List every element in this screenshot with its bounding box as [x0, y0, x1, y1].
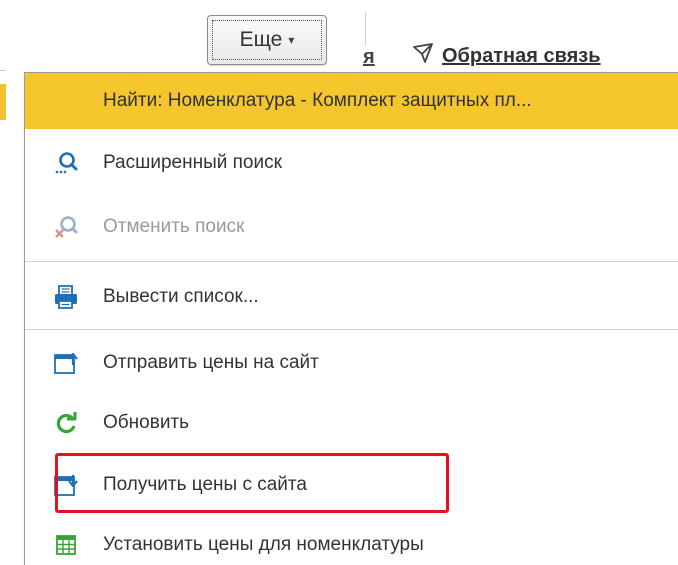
background-selection-accent: [0, 84, 6, 120]
menu-item-label: Найти: Номенклатура - Комплект защитных …: [103, 90, 532, 111]
menu-item-advanced-search[interactable]: Расширенный поиск: [25, 135, 678, 191]
toolbar-divider: [365, 12, 366, 46]
advanced-search-icon: [51, 148, 81, 178]
chevron-down-icon: ▾: [288, 33, 295, 47]
menu-separator: [25, 329, 678, 330]
menu-item-label: Установить цены для номенклатуры: [103, 534, 424, 555]
upload-window-icon: [51, 348, 81, 378]
print-list-icon: [51, 282, 81, 312]
download-window-icon: [51, 470, 81, 500]
background-divider: [0, 70, 6, 71]
more-button-focus: Еще ▾: [212, 20, 322, 60]
page: Еще ▾ я Обратная связь Найти: Номенклату…: [0, 0, 678, 565]
refresh-icon: [51, 408, 81, 438]
menu-item-cancel-search[interactable]: Отменить поиск: [25, 199, 678, 255]
menu-item-label: Расширенный поиск: [103, 152, 282, 173]
more-button[interactable]: Еще ▾: [207, 15, 327, 65]
menu-item-set-prices[interactable]: Установить цены для номенклатуры: [25, 517, 678, 565]
menu-item-label: Отменить поиск: [103, 216, 245, 237]
more-button-label: Еще: [239, 28, 283, 51]
menu-item-get-prices[interactable]: Получить цены с сайта: [25, 457, 678, 513]
menu-item-refresh[interactable]: Обновить: [25, 395, 678, 451]
menu-item-send-prices[interactable]: Отправить цены на сайт: [25, 335, 678, 391]
menu-item-print-list[interactable]: Вывести список...: [25, 269, 678, 325]
table-icon: [51, 530, 81, 560]
toolbar-partial-link[interactable]: я: [363, 46, 375, 69]
menu-item-label: Получить цены с сайта: [103, 474, 307, 495]
menu-item-label: Отправить цены на сайт: [103, 352, 319, 373]
menu-separator: [25, 261, 678, 262]
feedback-link[interactable]: Обратная связь: [412, 42, 601, 70]
more-menu: Найти: Номенклатура - Комплект защитных …: [24, 72, 678, 565]
feedback-icon: [412, 42, 434, 70]
menu-item-find[interactable]: Найти: Номенклатура - Комплект защитных …: [25, 73, 678, 129]
cancel-search-icon: [51, 212, 81, 242]
menu-item-label: Вывести список...: [103, 286, 259, 307]
menu-item-label: Обновить: [103, 412, 190, 433]
feedback-label: Обратная связь: [442, 44, 601, 67]
